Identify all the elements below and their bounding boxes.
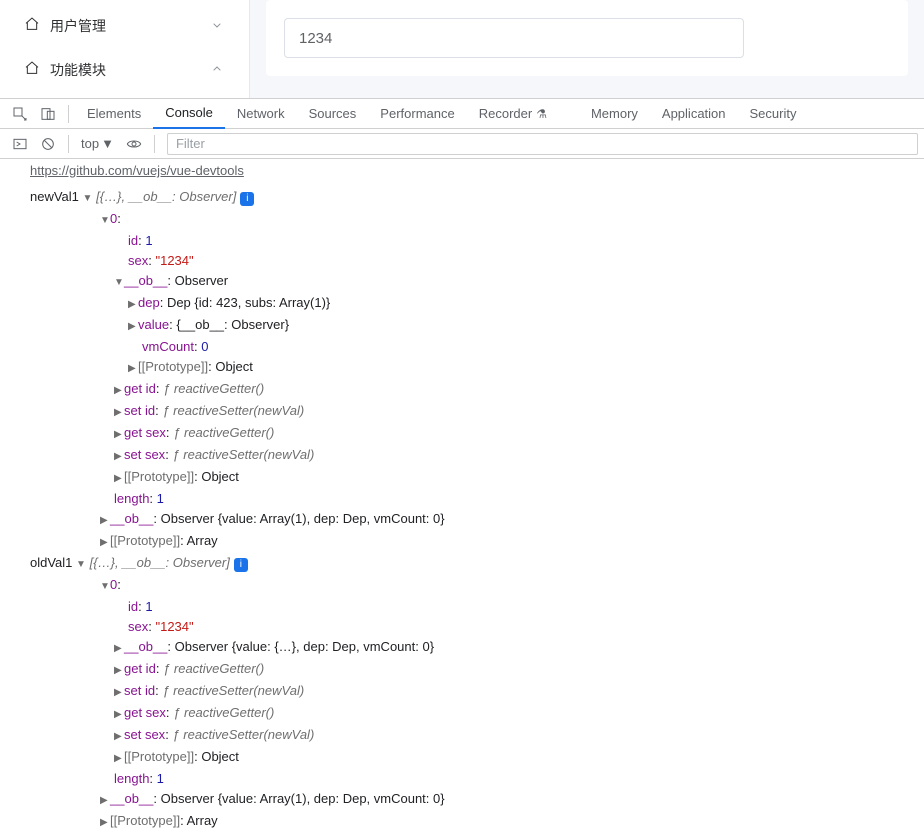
app-top: 用户管理 功能模块 1234 — [0, 0, 924, 98]
separator — [68, 135, 69, 153]
sidebar-toggle-icon[interactable] — [9, 133, 31, 155]
info-icon[interactable]: i — [234, 558, 248, 572]
sidebar-item-modules[interactable]: 功能模块 — [0, 48, 249, 92]
filter-input[interactable]: Filter — [167, 133, 918, 155]
expand-toggle[interactable]: ▶ — [128, 295, 138, 315]
content-area: 1234 — [250, 0, 924, 98]
chevron-down-icon — [209, 17, 225, 36]
input-value: 1234 — [299, 30, 332, 47]
text-input[interactable]: 1234 — [284, 18, 744, 58]
expand-toggle[interactable]: ▶ — [114, 425, 124, 445]
info-icon[interactable]: i — [240, 192, 254, 206]
expand-toggle[interactable]: ▶ — [114, 749, 124, 769]
eye-icon[interactable] — [123, 133, 145, 155]
expand-toggle[interactable]: ▼ — [114, 273, 124, 293]
tab-recorder[interactable]: Recorder⚗ — [467, 99, 559, 129]
expand-toggle[interactable]: ▶ — [114, 447, 124, 467]
expand-toggle[interactable]: ▶ — [114, 683, 124, 703]
devtools-panel: Elements Console Network Sources Perform… — [0, 98, 924, 832]
console-var: oldVal1 — [30, 555, 72, 570]
expand-toggle[interactable]: ▶ — [128, 359, 138, 379]
expand-toggle[interactable]: ▶ — [114, 661, 124, 681]
home-icon — [24, 60, 40, 81]
expand-toggle[interactable]: ▼ — [76, 555, 86, 575]
expand-toggle[interactable]: ▼ — [83, 189, 93, 209]
expand-toggle[interactable]: ▼ — [100, 211, 110, 231]
tab-console[interactable]: Console — [153, 99, 225, 129]
expand-toggle[interactable]: ▶ — [100, 533, 110, 553]
clear-console-icon[interactable] — [37, 133, 59, 155]
console-output: https://github.com/vuejs/vue-devtools ne… — [0, 159, 924, 832]
inspect-icon[interactable] — [9, 103, 31, 125]
tab-application[interactable]: Application — [650, 99, 738, 129]
caret-down-icon: ▼ — [101, 136, 114, 151]
expand-toggle[interactable]: ▶ — [114, 381, 124, 401]
expand-toggle[interactable]: ▶ — [100, 511, 110, 531]
chevron-up-icon — [209, 61, 225, 80]
tab-memory[interactable]: Memory — [579, 99, 650, 129]
expand-toggle[interactable]: ▶ — [114, 705, 124, 725]
expand-toggle[interactable]: ▶ — [114, 727, 124, 747]
home-icon — [24, 16, 40, 37]
device-toggle-icon[interactable] — [37, 103, 59, 125]
expand-toggle[interactable]: ▼ — [100, 577, 110, 597]
expand-toggle[interactable]: ▶ — [100, 791, 110, 811]
expand-toggle[interactable]: ▶ — [114, 639, 124, 659]
sidebar-item-label: 功能模块 — [50, 60, 106, 80]
separator — [154, 135, 155, 153]
console-toolbar: top ▼ Filter — [0, 129, 924, 159]
console-var: newVal1 — [30, 189, 79, 204]
tab-sources[interactable]: Sources — [297, 99, 369, 129]
tab-performance[interactable]: Performance — [368, 99, 466, 129]
sidebar-item-label: 用户管理 — [50, 16, 106, 36]
devtools-link[interactable]: https://github.com/vuejs/vue-devtools — [0, 159, 924, 187]
expand-toggle[interactable]: ▶ — [128, 317, 138, 337]
card: 1234 — [266, 0, 908, 76]
expand-toggle[interactable]: ▶ — [114, 403, 124, 423]
flask-icon: ⚗ — [536, 107, 547, 121]
tab-security[interactable]: Security — [738, 99, 809, 129]
expand-toggle[interactable]: ▶ — [114, 469, 124, 489]
sidebar: 用户管理 功能模块 — [0, 0, 250, 98]
expand-toggle[interactable]: ▶ — [100, 813, 110, 832]
context-selector[interactable]: top ▼ — [81, 136, 114, 151]
sidebar-item-users[interactable]: 用户管理 — [0, 4, 249, 48]
tab-elements[interactable]: Elements — [75, 99, 153, 129]
tab-network[interactable]: Network — [225, 99, 297, 129]
separator — [68, 105, 69, 123]
devtools-tabs: Elements Console Network Sources Perform… — [0, 99, 924, 129]
